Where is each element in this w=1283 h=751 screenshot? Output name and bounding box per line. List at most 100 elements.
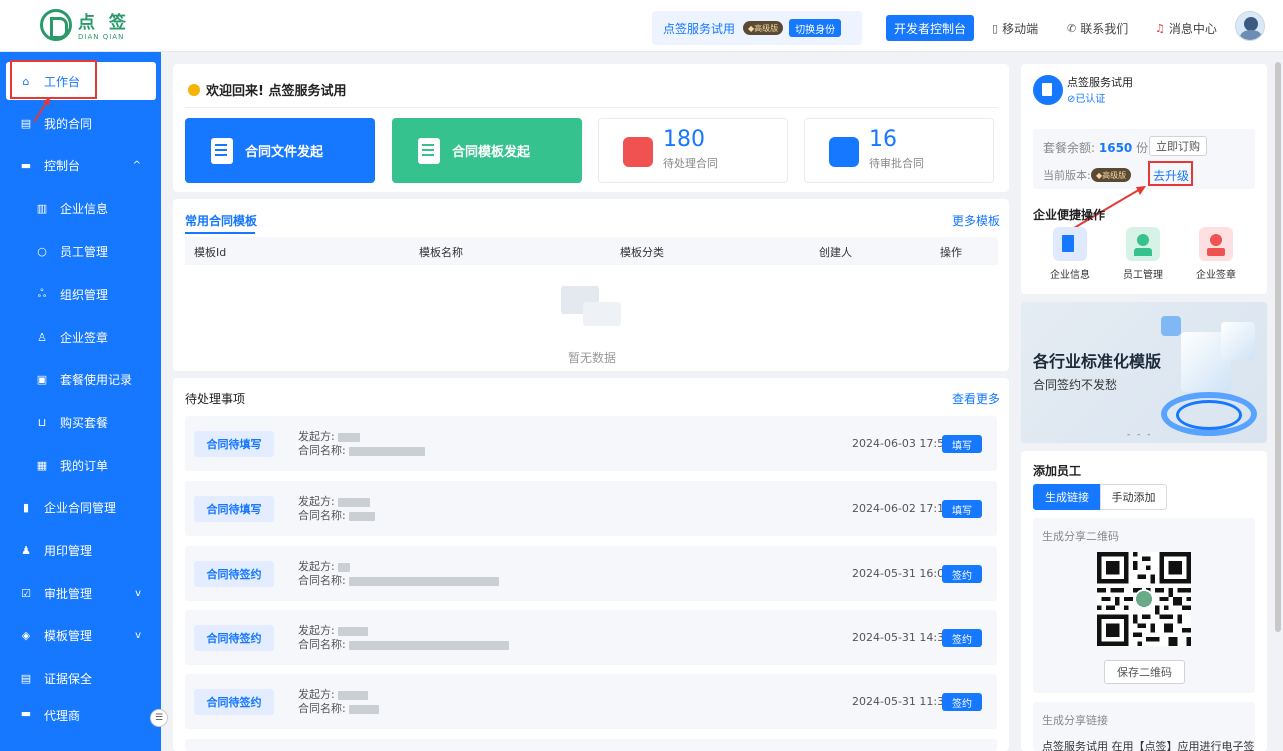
evidence-icon: ▤	[20, 671, 32, 685]
template-initiate-button[interactable]: 合同模板发起	[392, 118, 582, 183]
wave-hand-icon	[188, 83, 200, 96]
sidebar: ⌂ 工作台 ▤ 我的合同 ▬ 控制台 ^ ▥ 企业信息 ○ 员工管理 ஃ 组织管理 ♙ 企业签章…	[0, 52, 161, 751]
todo-row[interactable]: 合同待填写 发起方: 合同名称: 2024-06-02 17:18 填写	[185, 481, 997, 536]
quick-staff[interactable]: 员工管理	[1113, 227, 1173, 281]
avatar[interactable]	[1235, 11, 1265, 41]
save-qr-button[interactable]: 保存二维码	[1104, 660, 1185, 684]
qr-title: 生成分享二维码	[1042, 530, 1119, 543]
banner-title: 各行业标准化模版	[1033, 352, 1162, 371]
todo-time: 2024-06-02 17:18	[852, 502, 952, 515]
sidebar-item-approval[interactable]: ☑ 审批管理 v	[0, 574, 161, 612]
todo-row[interactable]: 合同待签约 发起方: 合同名称: 2024-05-31 11:37 签约	[185, 674, 997, 729]
status-tag: 合同待签约	[194, 561, 274, 587]
pending-count: 180	[663, 127, 705, 152]
logo[interactable]: 点 签 DIAN QIAN	[40, 8, 130, 41]
sidebar-item-console[interactable]: ▬ 控制台 ^	[0, 146, 161, 184]
logo-subtitle: DIAN QIAN	[78, 33, 125, 41]
order-now-button[interactable]: 立即订购	[1149, 136, 1207, 156]
contact-link[interactable]: ✆ 联系我们	[1067, 20, 1128, 37]
collapse-sidebar-icon[interactable]: ☰	[150, 709, 168, 727]
record-icon: ▣	[36, 372, 48, 386]
user-icon: ○	[37, 244, 47, 258]
sidebar-item-staff[interactable]: ○ 员工管理	[0, 232, 161, 270]
tab-common-templates[interactable]: 常用合同模板	[185, 212, 257, 229]
empty-text: 暂无数据	[568, 351, 617, 365]
check-icon: ☑	[21, 586, 31, 600]
building-icon: ▥	[36, 201, 48, 215]
pending-doc-icon	[623, 137, 653, 167]
status-tag: 合同待填写	[194, 496, 274, 522]
chevron-up-icon: ^	[132, 159, 141, 171]
sidebar-item-templates[interactable]: ◈ 模板管理 v	[0, 616, 161, 654]
document-add-icon	[211, 137, 233, 164]
todo-title: 待处理事项	[185, 392, 246, 406]
phone-icon: ▯	[992, 22, 999, 35]
sidebar-item-agent[interactable]: ▬ 代理商	[0, 707, 161, 721]
sign-button[interactable]: 签约	[942, 565, 982, 583]
approval-doc-icon	[829, 137, 859, 167]
quick-seal[interactable]: 企业签章	[1186, 227, 1246, 281]
company-icon	[1033, 75, 1063, 105]
todo-time: 2024-05-31 14:36	[852, 631, 952, 644]
sidebar-item-buy-package[interactable]: ⊔ 购买套餐	[0, 403, 161, 441]
col-actions: 操作	[940, 246, 962, 259]
sidebar-item-stamp[interactable]: ♟ 用印管理	[0, 531, 161, 569]
developer-console-button[interactable]: 开发者控制台	[886, 15, 975, 41]
file-initiate-button[interactable]: 合同文件发起	[185, 118, 375, 183]
promo-banner[interactable]: 各行业标准化模版 合同签约不发愁 - - -	[1021, 302, 1267, 443]
document-star-icon	[418, 137, 440, 164]
status-tag: 合同待签约	[194, 689, 274, 715]
status-tag: 合同待填写	[194, 431, 274, 457]
pending-contracts-card[interactable]: 180 待处理合同	[598, 118, 788, 183]
sign-button[interactable]: 签约	[942, 693, 982, 711]
sidebar-item-org[interactable]: ஃ 组织管理	[0, 275, 161, 313]
cart-icon: ⊔	[37, 415, 47, 429]
sidebar-item-my-contracts[interactable]: ▤ 我的合同	[0, 104, 161, 142]
logo-mark-icon	[40, 8, 72, 41]
message-center-link[interactable]: ♫ 消息中心	[1155, 20, 1217, 37]
chevron-down-icon: v	[135, 587, 141, 599]
tab-generate-link[interactable]: 生成链接	[1033, 484, 1101, 510]
carousel-dots[interactable]: - - -	[1127, 430, 1152, 440]
sign-button[interactable]: 签约	[942, 629, 982, 647]
fill-button[interactable]: 填写	[942, 500, 982, 518]
todo-row[interactable]: 合同待签约 发起方: 合同名称: 2024-05-31 14:36 签约	[185, 610, 997, 665]
sidebar-item-company-info[interactable]: ▥ 企业信息	[0, 189, 161, 227]
qr-code	[1097, 552, 1191, 646]
scrollbar[interactable]	[1275, 62, 1281, 632]
templates-table-header: 模板Id 模板名称 模板分类 创建人 操作	[185, 237, 998, 265]
add-staff-title: 添加员工	[1033, 464, 1082, 478]
todo-time: 2024-05-31 11:37	[852, 695, 952, 708]
todo-time: 2024-05-31 16:05	[852, 567, 952, 580]
more-templates-link[interactable]: 更多模板	[952, 212, 1000, 229]
top-bar: 点 签 DIAN QIAN 点签服务试用 ◆ 高级版 切换身份 开发者控制台 ▯…	[0, 0, 1283, 52]
todo-time: 2024-06-03 17:54	[852, 437, 952, 450]
chevron-down-icon: v	[135, 629, 141, 641]
share-link-title: 生成分享链接	[1042, 714, 1108, 727]
sidebar-item-seal[interactable]: ♙ 企业签章	[0, 318, 161, 356]
todo-row[interactable]: 合同待填写 发起方: 合同名称: 2024-06-03 17:54 填写	[185, 416, 997, 471]
approval-contracts-card[interactable]: 16 待审批合同	[804, 118, 994, 183]
bell-icon: ♫	[1155, 22, 1165, 35]
tier-badge: ◆ 高级版	[743, 21, 784, 35]
sidebar-item-company-contracts[interactable]: ▮ 企业合同管理	[0, 488, 161, 526]
col-template-category: 模板分类	[620, 246, 664, 259]
annotation-arrow-icon	[33, 97, 50, 123]
sidebar-item-package-records[interactable]: ▣ 套餐使用记录	[0, 360, 161, 398]
quick-company-info[interactable]: 企业信息	[1040, 227, 1100, 281]
tab-manual-add[interactable]: 手动添加	[1100, 484, 1167, 510]
building-icon	[1053, 227, 1087, 261]
todo-row[interactable]	[185, 739, 997, 751]
seal-icon: ♙	[37, 330, 47, 344]
fill-button[interactable]: 填写	[942, 435, 982, 453]
user-icon	[1126, 227, 1160, 261]
sidebar-item-evidence[interactable]: ▤ 证据保全	[0, 659, 161, 697]
sidebar-item-orders[interactable]: ▦ 我的订单	[0, 446, 161, 484]
col-template-name: 模板名称	[419, 246, 463, 259]
highlight-box-workbench	[10, 60, 97, 99]
todo-row[interactable]: 合同待签约 发起方: 合同名称: 2024-05-31 16:05 签约	[185, 546, 997, 601]
switch-identity-button[interactable]: 切换身份	[789, 19, 842, 37]
view-more-link[interactable]: 查看更多	[952, 390, 1000, 407]
banner-subtitle: 合同签约不发愁	[1033, 378, 1118, 392]
mobile-link[interactable]: ▯ 移动端	[992, 20, 1038, 37]
